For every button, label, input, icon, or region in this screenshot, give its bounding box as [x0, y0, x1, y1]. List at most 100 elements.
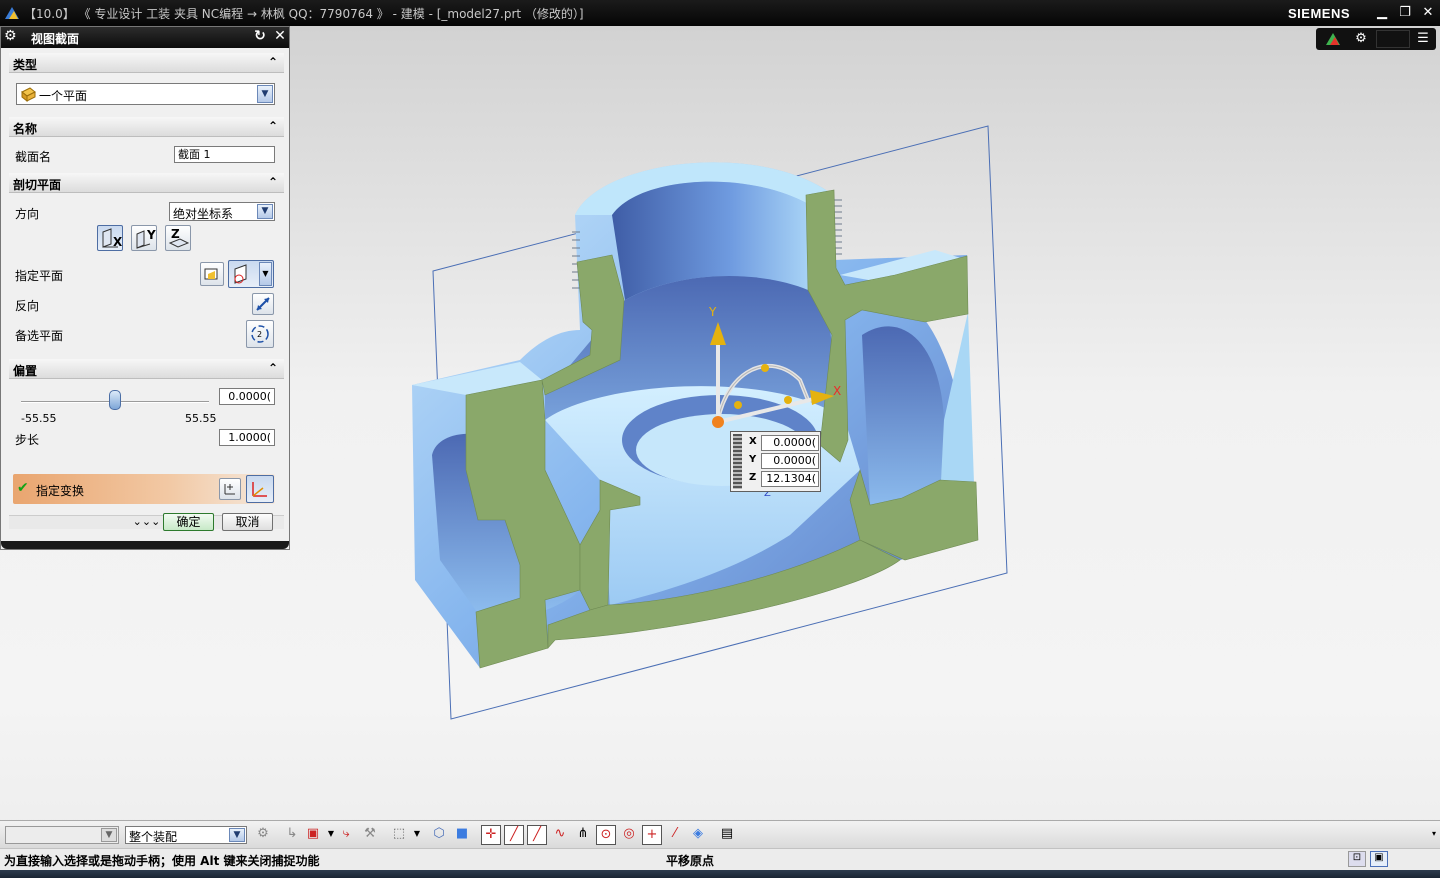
section-name-label: 截面名: [15, 150, 52, 164]
dropdown-arrow-icon[interactable]: ▼: [257, 204, 273, 219]
plane-dialog-button[interactable]: [200, 262, 224, 286]
settings-gear-icon[interactable]: ⚙: [1350, 30, 1372, 48]
name-section-label: 名称: [13, 122, 38, 136]
close-button[interactable]: ✕: [1418, 4, 1438, 22]
coord-row-y: Y 0.0000(: [745, 453, 819, 470]
coord-x-input[interactable]: 0.0000(: [761, 435, 819, 451]
type-select[interactable]: 一个平面 ▼: [16, 83, 275, 105]
snap-bounded-grid-icon[interactable]: ◈: [688, 825, 708, 845]
offset-slider-thumb[interactable]: [109, 390, 121, 410]
type-section-label: 类型: [13, 58, 38, 72]
snap-point-on-surface-icon[interactable]: ⁄: [665, 825, 685, 845]
plane-z-button[interactable]: Z: [165, 225, 191, 251]
status-message: 平移原点: [666, 854, 715, 868]
brand-logo: SIEMENS: [1287, 6, 1350, 21]
specify-transform-row[interactable]: ✔ 指定变换: [13, 474, 275, 504]
minimize-button[interactable]: ▁: [1372, 4, 1392, 22]
cutting-plane-section-label: 剖切平面: [13, 178, 62, 192]
type-filter-select[interactable]: ▼: [5, 826, 119, 844]
snap-quadrant-icon[interactable]: ◎: [619, 825, 639, 845]
csys-dialog-button[interactable]: [219, 478, 241, 500]
plane-z-letter: Z: [171, 227, 180, 241]
offset-slider[interactable]: [21, 390, 209, 410]
plane-inferred-select[interactable]: ▼: [228, 260, 274, 288]
step-value-input[interactable]: 1.0000(: [219, 429, 275, 446]
reverse-direction-button[interactable]: [252, 293, 274, 315]
y-axis-label: Y: [708, 305, 717, 319]
full-screen-icon[interactable]: ▣: [1370, 851, 1388, 867]
dropdown-arrow-icon[interactable]: ▼: [101, 828, 117, 842]
specify-transform-label: 指定变换: [36, 484, 85, 498]
dropdown-arrow-icon[interactable]: ▼: [407, 825, 427, 845]
reverse-direction-icon: [256, 297, 270, 311]
curve-rule-icon[interactable]: ⤷: [336, 825, 356, 845]
snap-arc-center-icon[interactable]: ⊙: [596, 825, 616, 845]
selection-scope-select[interactable]: 整个装配 ▼: [125, 826, 247, 844]
section-name-input[interactable]: 截面 1: [174, 146, 275, 163]
snap-mid-point-icon[interactable]: ╱: [527, 825, 547, 845]
dialog-gear-icon[interactable]: ⚙: [4, 28, 17, 44]
snap-point-on-curve-icon[interactable]: +: [642, 825, 662, 845]
plane-x-letter: X: [113, 235, 123, 249]
cutting-plane-section-header[interactable]: 剖切平面 ⌃: [9, 173, 284, 193]
body-rule-icon[interactable]: ⚒: [360, 825, 380, 845]
collapse-chevron-icon[interactable]: ⌃: [268, 119, 278, 133]
nx-logo-icon: [5, 7, 19, 19]
cancel-button[interactable]: 取消: [222, 513, 273, 531]
snap-intersection-icon[interactable]: ⋔: [573, 825, 593, 845]
prompt-text: 为直接输入选择或是拖动手柄；使用 Alt 键来关闭捕捉功能: [4, 854, 320, 868]
solid-body-icon[interactable]: ■: [452, 825, 472, 845]
snap-existing-point-icon[interactable]: ✛: [481, 825, 501, 845]
coordinate-input-popup: X 0.0000( Y 0.0000( Z 12.1304(: [730, 431, 821, 492]
orientation-select[interactable]: 绝对坐标系 ▼: [169, 202, 275, 221]
reset-icon[interactable]: ↻: [251, 28, 269, 46]
offset-section-header[interactable]: 偏置 ⌃: [9, 359, 284, 379]
role-dropdown[interactable]: [1376, 30, 1410, 48]
offset-value-input[interactable]: 0.0000(: [219, 388, 275, 405]
offset-section-label: 偏置: [13, 364, 38, 378]
coord-z-input[interactable]: 12.1304(: [761, 471, 819, 487]
select-face-icon[interactable]: ▣: [303, 825, 323, 845]
title-bar: 【10.0】 《 专业设计 工装 夹具 NC编程 → 林枫 QQ：7790764…: [0, 0, 1440, 26]
dropdown-arrow-icon[interactable]: ▼: [259, 262, 272, 286]
reverse-direction-label: 反向: [15, 299, 40, 313]
toolbar-overflow-icon[interactable]: ▾: [1424, 825, 1440, 845]
restore-button[interactable]: ❐: [1395, 4, 1415, 22]
dialog-title: 视图截面: [31, 32, 80, 46]
dropdown-arrow-icon[interactable]: ▼: [229, 828, 245, 842]
status-bar: 为直接输入选择或是拖动手柄；使用 Alt 键来关闭捕捉功能 平移原点 ⊡ ▣: [0, 848, 1440, 870]
snap-feature-icon[interactable]: ↳: [282, 825, 302, 845]
cycle-solutions-icon: 2: [251, 325, 269, 343]
orientation-select-value: 绝对坐标系: [173, 207, 234, 221]
name-section-header[interactable]: 名称 ⌃: [9, 117, 284, 137]
view-section-dialog: ⚙ 视图截面 ↻ ✕ 类型 ⌃ 一个平面 ▼ 名称 ⌃ 截面名 截面 1 剖切平…: [0, 26, 290, 550]
coord-axis-label: Y: [749, 454, 757, 465]
csys-select-button[interactable]: [246, 475, 274, 503]
coord-axis-label: X: [749, 436, 757, 447]
collapse-chevron-icon[interactable]: ⌃: [268, 175, 278, 189]
plane-dialog-icon: [204, 268, 218, 280]
coord-y-input[interactable]: 0.0000(: [761, 453, 819, 469]
view-cube-icon[interactable]: ⬡: [429, 825, 449, 845]
alternate-plane-button[interactable]: 2: [246, 320, 274, 348]
gear-select-icon[interactable]: ⚙: [253, 825, 273, 845]
dialog-close-icon[interactable]: ✕: [271, 28, 289, 46]
collapse-chevron-icon[interactable]: ⌃: [268, 361, 278, 375]
render-style-icon[interactable]: [1322, 30, 1344, 48]
drag-grip[interactable]: [733, 434, 742, 489]
rectangle-select-icon[interactable]: ⬚: [389, 825, 409, 845]
snap-end-point-icon[interactable]: ╱: [504, 825, 524, 845]
collapse-chevron-icon[interactable]: ⌃: [268, 55, 278, 69]
plane-y-button[interactable]: Y: [131, 225, 157, 251]
alternate-plane-label: 备选平面: [15, 329, 64, 343]
selection-mode-icon[interactable]: ⊡: [1348, 851, 1366, 867]
plane-x-button[interactable]: X: [97, 225, 123, 251]
type-section-header[interactable]: 类型 ⌃: [9, 53, 284, 73]
dropdown-arrow-icon[interactable]: ▼: [257, 85, 273, 103]
snap-options-icon[interactable]: ▤: [717, 825, 737, 845]
snap-control-point-icon[interactable]: ∿: [550, 825, 570, 845]
ok-button[interactable]: 确定: [163, 513, 214, 531]
step-label: 步长: [15, 433, 40, 447]
menu-list-icon[interactable]: ☰: [1412, 30, 1434, 48]
specify-plane-label: 指定平面: [15, 269, 64, 283]
